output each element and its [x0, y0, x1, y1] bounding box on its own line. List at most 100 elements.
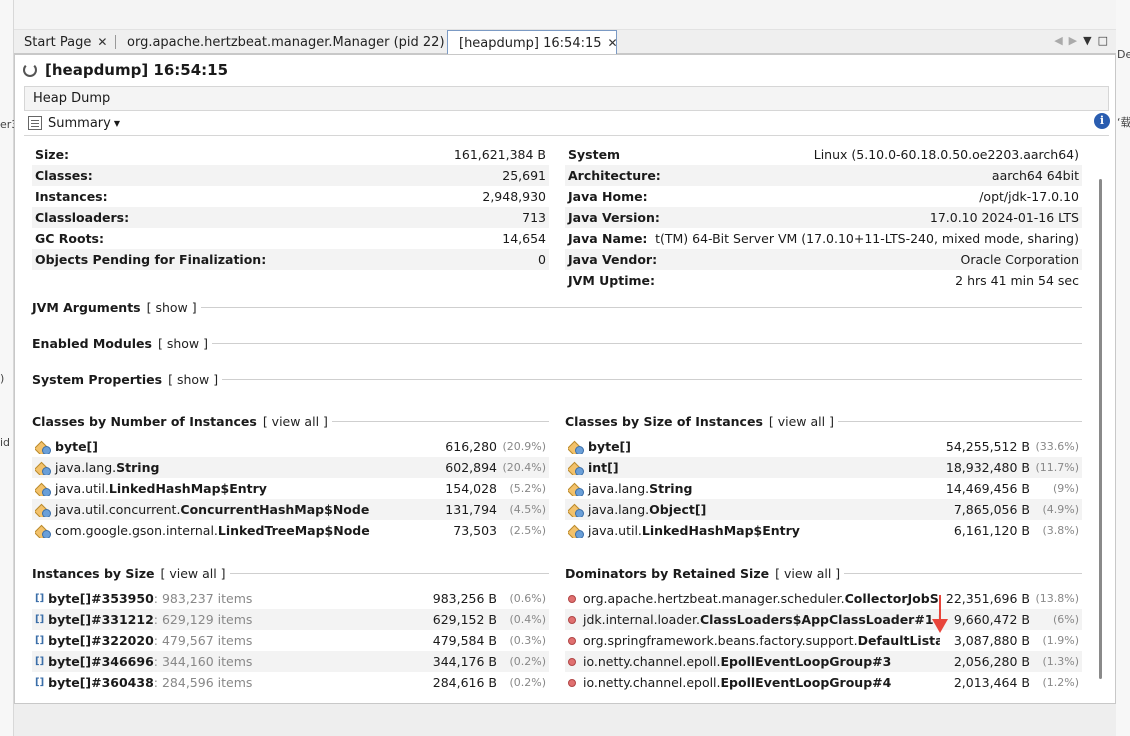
close-icon[interactable]: ✕ [97, 35, 107, 49]
section-title: JVM Arguments [32, 299, 141, 315]
tab-heapdump[interactable]: [heapdump] 16:54:15 ✕ [447, 30, 618, 55]
info-value: 2,948,930 [482, 189, 546, 204]
list-item[interactable]: java.lang. String 14,469,456 B (9%) [565, 478, 1082, 499]
class-name[interactable]: java.lang. String [568, 481, 692, 496]
value-cell: 3,087,880 B [953, 633, 1030, 648]
show-link[interactable]: [ show ] [168, 372, 218, 387]
package-name: java.util. [55, 481, 109, 496]
package-name: io.netty.channel.epoll. [583, 654, 721, 669]
info-icon[interactable]: i [1094, 113, 1110, 129]
list-item[interactable]: io.netty.channel.epoll. EpollEventLoopGro… [565, 651, 1082, 672]
instance-name[interactable]: [] byte[]#322020: 479,567 items [35, 633, 252, 648]
view-all-link[interactable]: [ view all ] [769, 414, 834, 429]
scrollbar[interactable] [1098, 137, 1106, 685]
list-item[interactable]: [] byte[]#360438: 284,596 items 284,616 B (… [32, 672, 549, 693]
scrollbar-thumb[interactable] [1099, 179, 1102, 679]
tab-start-page[interactable]: Start Page ✕ [18, 30, 116, 54]
list-item[interactable]: org.apache.hertzbeat.manager.scheduler. C… [565, 588, 1082, 609]
list-item[interactable]: com.google.gson.internal. LinkedTreeMap$N… [32, 520, 549, 541]
list-item[interactable]: [] byte[]#346696: 344,160 items 344,176 B (… [32, 651, 549, 672]
package-name: org.springframework.beans.factory.suppor… [583, 633, 858, 648]
class-name[interactable]: java.util. LinkedHashMap$Entry [35, 481, 267, 496]
class-name[interactable]: int[] [568, 460, 619, 475]
instance-name[interactable]: [] byte[]#346696: 344,160 items [35, 654, 252, 669]
percent-cell: (2.5%) [509, 524, 546, 537]
instances-by-size-section: Instances by Size [ view all ] [32, 563, 549, 583]
show-link[interactable]: [ show ] [147, 300, 197, 315]
class-name[interactable]: byte[] [35, 439, 98, 454]
right-gutter-text: ‘载 [1117, 116, 1130, 129]
class-simple-name: LinkedHashMap$Entry [108, 481, 267, 496]
value-cell: 284,616 B [432, 675, 497, 690]
instance-name[interactable]: [] byte[]#360438: 284,596 items [35, 675, 252, 690]
list-item[interactable]: [] byte[]#353950: 983,237 items 983,256 B (… [32, 588, 549, 609]
list-item[interactable]: java.lang. Object[] 7,865,056 B (4.9%) [565, 499, 1082, 520]
list-item[interactable]: [] byte[]#331212: 629,129 items 629,152 B (… [32, 609, 549, 630]
instance-name[interactable]: [] byte[]#331212: 629,129 items [35, 612, 252, 627]
info-row: Java Vendor: Oracle Corporation [565, 249, 1082, 270]
close-icon[interactable]: ✕ [608, 36, 618, 50]
view-all-link[interactable]: [ view all ] [263, 414, 328, 429]
class-simple-name: int[] [588, 460, 619, 475]
view-all-link[interactable]: [ view all ] [160, 566, 225, 581]
value-cell: 616,280 [445, 439, 497, 454]
view-selector-label[interactable]: Summary [48, 116, 111, 131]
dominator-name[interactable]: org.apache.hertzbeat.manager.scheduler. C… [568, 591, 940, 606]
section-title: Classes by Size of Instances [565, 413, 763, 429]
list-item[interactable]: byte[] 54,255,512 B (33.6%) [565, 436, 1082, 457]
list-item[interactable]: java.util. LinkedHashMap$Entry 6,161,120 B… [565, 520, 1082, 541]
info-value: aarch64 64bit [991, 168, 1079, 183]
instance-name[interactable]: [] byte[]#353950: 983,237 items [35, 591, 252, 606]
list-item[interactable]: java.lang. String 602,894 (20.4%) [32, 457, 549, 478]
info-row: Java Home: /opt/jdk-17.0.10 [565, 186, 1082, 207]
class-icon [35, 524, 51, 538]
title-text: [heapdump] 16:54:15 [45, 61, 229, 79]
class-name[interactable]: java.util. LinkedHashMap$Entry [568, 523, 800, 538]
instance-id: byte[]#346696 [48, 654, 154, 669]
chevron-down-icon[interactable]: ▼ [114, 119, 120, 128]
tab-dropdown-icon[interactable]: ▼ [1083, 34, 1091, 47]
item-count: : 479,567 items [153, 633, 253, 648]
class-name[interactable]: byte[] [568, 439, 631, 454]
class-name[interactable]: java.lang. Object[] [568, 502, 706, 517]
scroll-right-icon[interactable]: ▶ [1069, 34, 1077, 47]
list-item[interactable]: [] byte[]#322020: 479,567 items 479,584 B (… [32, 630, 549, 651]
list-item[interactable]: jdk.internal.loader. ClassLoaders$AppClas… [565, 609, 1082, 630]
list-item[interactable]: java.util. LinkedHashMap$Entry 154,028 (5.2… [32, 478, 549, 499]
class-icon [568, 440, 584, 454]
class-name[interactable]: com.google.gson.internal. LinkedTreeMap$N… [35, 523, 370, 538]
dominator-name[interactable]: org.springframework.beans.factory.suppor… [568, 633, 940, 648]
info-value: 2 hrs 41 min 54 sec [955, 273, 1079, 288]
list-item[interactable]: io.netty.channel.epoll. EpollEventLoopGro… [565, 672, 1082, 693]
value-cell: 9,660,472 B [953, 612, 1030, 627]
dominator-name[interactable]: io.netty.channel.epoll. EpollEventLoopGro… [568, 675, 891, 690]
list-item[interactable]: org.springframework.beans.factory.suppor… [565, 630, 1082, 651]
maximize-icon[interactable]: □ [1098, 34, 1108, 47]
dominator-name[interactable]: io.netty.channel.epoll. EpollEventLoopGro… [568, 654, 891, 669]
class-name[interactable]: java.util.concurrent. ConcurrentHashMap$N… [35, 502, 369, 517]
tab-manager-process[interactable]: JMX org.apache.hertzbeat.manager.Manager… [116, 30, 461, 54]
array-instance-icon: [] [35, 614, 45, 625]
percent-cell: (0.2%) [509, 676, 546, 689]
scroll-left-icon[interactable]: ◀ [1054, 34, 1062, 47]
info-label: Instances: [35, 189, 108, 204]
list-item[interactable]: int[] 18,932,480 B (11.7%) [565, 457, 1082, 478]
object-instance-icon [568, 657, 576, 666]
view-all-link[interactable]: [ view all ] [775, 566, 840, 581]
class-name[interactable]: java.lang. String [35, 460, 159, 475]
view-selector[interactable]: Summary ▼ [24, 111, 1109, 135]
instance-id: byte[]#353950 [48, 591, 154, 606]
info-row: Instances: 2,948,930 [32, 186, 549, 207]
list-item[interactable]: byte[] 616,280 (20.9%) [32, 436, 549, 457]
list-item[interactable]: java.util.concurrent. ConcurrentHashMap$N… [32, 499, 549, 520]
class-simple-name: byte[] [588, 439, 631, 454]
class-simple-name: String [649, 481, 693, 496]
class-icon [35, 440, 51, 454]
dominator-name[interactable]: jdk.internal.loader. ClassLoaders$AppClas… [568, 612, 940, 627]
value-cell: 54,255,512 B [945, 439, 1030, 454]
show-link[interactable]: [ show ] [158, 336, 208, 351]
info-label: JVM Uptime: [568, 273, 655, 288]
object-instance-icon [568, 594, 576, 603]
class-simple-name: CollectorJobSched [844, 591, 940, 606]
enabled-modules-section: Enabled Modules [ show ] [32, 333, 1082, 353]
